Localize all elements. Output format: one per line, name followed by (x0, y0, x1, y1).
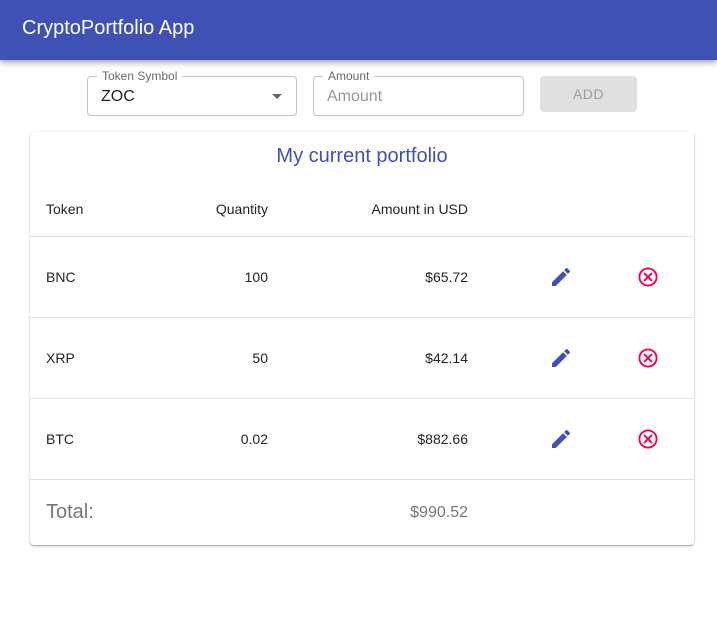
delete-cancel-icon[interactable] (636, 265, 660, 289)
column-header-quantity: Quantity (215, 201, 268, 217)
portfolio-card: My current portfolio Token Quantity Amou… (30, 132, 694, 545)
delete-cancel-icon[interactable] (636, 346, 660, 370)
dropdown-arrow-icon[interactable] (272, 94, 282, 99)
amount-label: Amount (323, 69, 375, 83)
amount-input-placeholder[interactable]: Amount (327, 87, 382, 107)
delete-cancel-icon[interactable] (636, 427, 660, 451)
portfolio-title: My current portfolio (276, 145, 448, 167)
quantity-cell: 50 (252, 350, 268, 366)
token-cell: XRP (46, 350, 75, 366)
total-label: Total: (46, 501, 94, 523)
app-title: CryptoPortfolio App (22, 17, 195, 39)
amount-field[interactable]: Amount Amount (313, 69, 524, 116)
table-row: BNC 100 $65.72 (30, 237, 694, 318)
divider (30, 479, 694, 480)
token-symbol-select[interactable]: Token Symbol ZOC (87, 69, 297, 116)
total-value: $990.52 (410, 504, 468, 521)
amount-usd-cell: $42.14 (425, 350, 468, 366)
edit-pencil-icon[interactable] (549, 265, 573, 289)
app-bar: CryptoPortfolio App (0, 0, 717, 60)
amount-usd-cell: $882.66 (417, 431, 468, 447)
token-symbol-label: Token Symbol (97, 69, 183, 83)
table-row: XRP 50 $42.14 (30, 318, 694, 399)
token-cell: BNC (46, 269, 76, 285)
amount-usd-cell: $65.72 (425, 269, 468, 285)
table-row: BTC 0.02 $882.66 (30, 399, 694, 480)
edit-pencil-icon[interactable] (549, 427, 573, 451)
edit-pencil-icon[interactable] (549, 346, 573, 370)
token-cell: BTC (46, 431, 74, 447)
token-symbol-value: ZOC (101, 88, 135, 105)
add-button[interactable]: ADD (540, 76, 637, 112)
column-header-amount-usd: Amount in USD (371, 201, 468, 217)
quantity-cell: 100 (244, 269, 268, 285)
column-header-token: Token (46, 201, 84, 217)
quantity-cell: 0.02 (240, 431, 268, 447)
